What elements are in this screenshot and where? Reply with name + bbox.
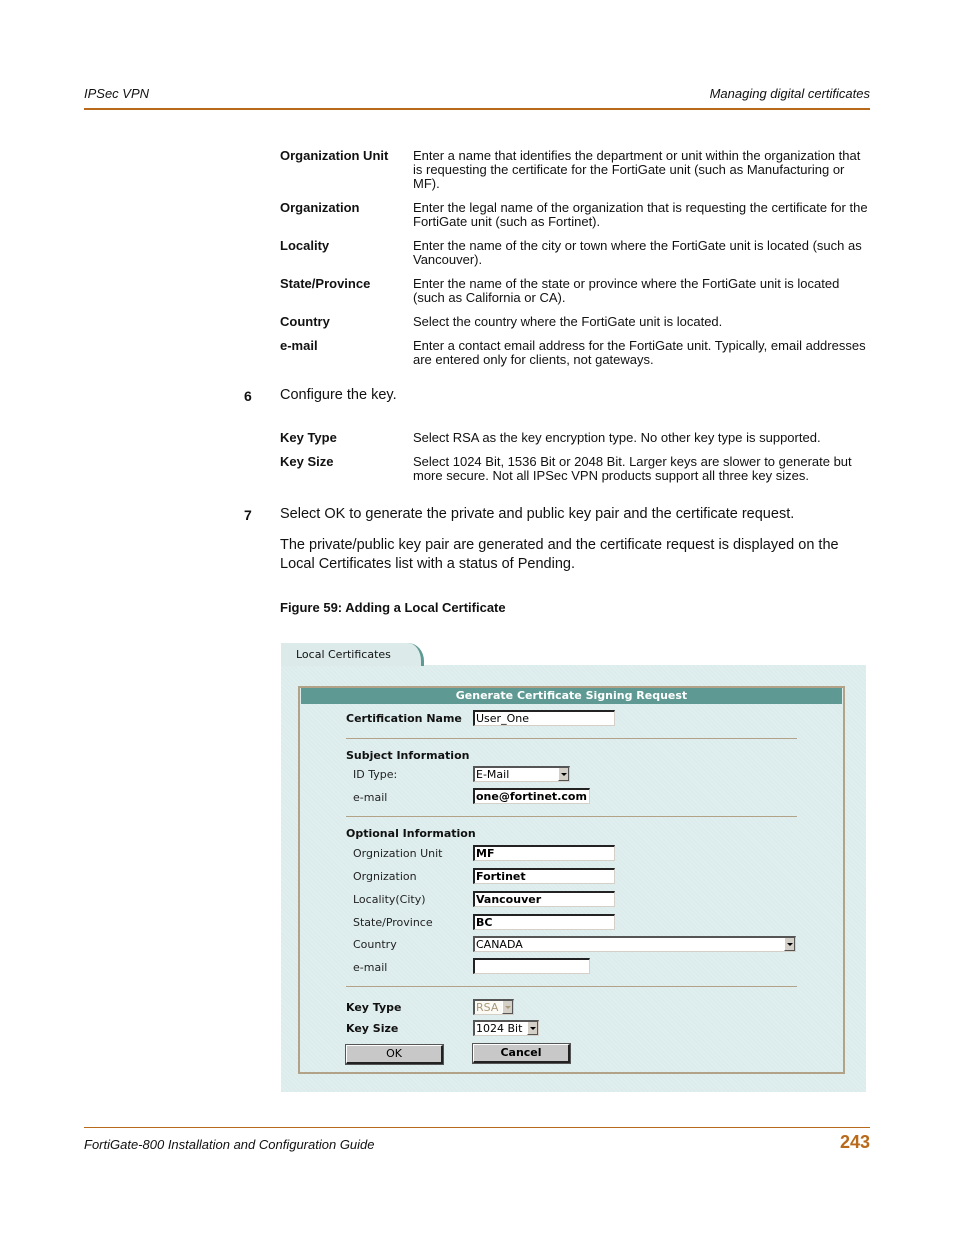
key-type-label: Key Type xyxy=(346,1001,402,1014)
def-term: Organization Unit xyxy=(280,148,389,163)
form-area: Generate Certificate Signing Request Cer… xyxy=(281,665,866,1092)
def-term: Key Size xyxy=(280,454,334,469)
def-desc: Enter the name of the city or town where… xyxy=(413,238,862,267)
local-certificates-screenshot: Local Certificates Generate Certificate … xyxy=(281,643,866,1092)
def-term: Country xyxy=(280,314,330,329)
def-row: Locality Enter the name of the city or t… xyxy=(280,239,870,267)
header-rule xyxy=(84,108,870,110)
def-row: Organization Enter the legal name of the… xyxy=(280,201,870,229)
subject-fields-table: Organization Unit Enter a name that iden… xyxy=(280,149,870,377)
chevron-down-icon xyxy=(502,1001,513,1014)
org-unit-input[interactable]: MF xyxy=(473,845,615,861)
id-type-select[interactable]: E-Mail xyxy=(473,766,570,782)
subject-email-label: e-mail xyxy=(353,791,388,804)
locality-label: Locality(City) xyxy=(353,893,426,906)
org-unit-label: Orgnization Unit xyxy=(353,847,443,860)
step-7-followup: The private/public key pair are generate… xyxy=(280,537,839,572)
state-input[interactable]: BC xyxy=(473,914,615,930)
def-desc: Enter a contact email address for the Fo… xyxy=(413,338,866,367)
figure-caption: Figure 59: Adding a Local Certificate xyxy=(280,600,506,615)
key-type-value: RSA xyxy=(476,1001,499,1014)
tab-local-certificates[interactable]: Local Certificates xyxy=(281,643,424,666)
chevron-down-icon[interactable] xyxy=(784,938,795,951)
def-term: Locality xyxy=(280,238,330,253)
chevron-down-icon[interactable] xyxy=(558,768,569,781)
def-term: Organization xyxy=(280,200,360,215)
step-7-text: Select OK to generate the private and pu… xyxy=(280,506,795,522)
chevron-down-icon[interactable] xyxy=(527,1022,538,1035)
tab-label: Local Certificates xyxy=(296,648,391,661)
subject-email-input[interactable]: one@fortinet.com xyxy=(473,788,590,804)
def-row: e-mail Enter a contact email address for… xyxy=(280,339,870,367)
header-section: IPSec VPN xyxy=(84,86,150,101)
key-type-select: RSA xyxy=(473,999,514,1015)
footer-rule xyxy=(84,1127,870,1128)
def-desc: Enter the legal name of the organization… xyxy=(413,200,868,229)
key-size-select[interactable]: 1024 Bit xyxy=(473,1020,539,1036)
def-term: State/Province xyxy=(280,276,371,291)
subject-info-heading: Subject Information xyxy=(346,749,470,762)
def-desc: Select 1024 Bit, 1536 Bit or 2048 Bit. L… xyxy=(413,454,852,483)
step-7-number: 7 xyxy=(244,507,252,523)
def-desc: Enter the name of the state or province … xyxy=(413,276,840,305)
divider xyxy=(346,816,797,817)
header-topic: Managing digital certificates xyxy=(709,86,870,101)
def-row: Key Type Select RSA as the key encryptio… xyxy=(280,431,870,445)
footer-guide-title: FortiGate-800 Installation and Configura… xyxy=(84,1137,375,1152)
cancel-button[interactable]: Cancel xyxy=(472,1043,571,1064)
optional-email-input[interactable] xyxy=(473,958,590,974)
optional-info-heading: Optional Information xyxy=(346,827,476,840)
cert-name-label: Certification Name xyxy=(346,712,462,725)
def-row: Country Select the country where the For… xyxy=(280,315,870,329)
def-row: Organization Unit Enter a name that iden… xyxy=(280,149,870,191)
def-desc: Select the country where the FortiGate u… xyxy=(413,314,723,329)
country-label: Country xyxy=(353,938,397,951)
step-6-number: 6 xyxy=(244,388,252,404)
optional-email-label: e-mail xyxy=(353,961,388,974)
divider xyxy=(346,738,797,739)
def-term: e-mail xyxy=(280,338,318,353)
divider xyxy=(346,986,797,987)
key-fields-table: Key Type Select RSA as the key encryptio… xyxy=(280,431,870,493)
state-label: State/Province xyxy=(353,916,433,929)
def-desc: Select RSA as the key encryption type. N… xyxy=(413,430,821,445)
ok-button[interactable]: OK xyxy=(345,1044,444,1065)
org-input[interactable]: Fortinet xyxy=(473,868,615,884)
def-desc: Enter a name that identifies the departm… xyxy=(413,148,861,191)
def-row: State/Province Enter the name of the sta… xyxy=(280,277,870,305)
id-type-value: E-Mail xyxy=(476,768,510,781)
locality-input[interactable]: Vancouver xyxy=(473,891,615,907)
org-label: Orgnization xyxy=(353,870,417,883)
key-size-value: 1024 Bit xyxy=(476,1022,523,1035)
id-type-label: ID Type: xyxy=(353,768,398,781)
key-size-label: Key Size xyxy=(346,1022,399,1035)
form-title: Generate Certificate Signing Request xyxy=(301,688,842,704)
def-row: Key Size Select 1024 Bit, 1536 Bit or 20… xyxy=(280,455,870,483)
country-value: CANADA xyxy=(476,938,523,951)
cert-name-input[interactable]: User_One xyxy=(473,710,615,726)
step-6-text: Configure the key. xyxy=(280,387,397,403)
country-select[interactable]: CANADA xyxy=(473,936,796,952)
page-number: 243 xyxy=(839,1132,870,1152)
def-term: Key Type xyxy=(280,430,337,445)
